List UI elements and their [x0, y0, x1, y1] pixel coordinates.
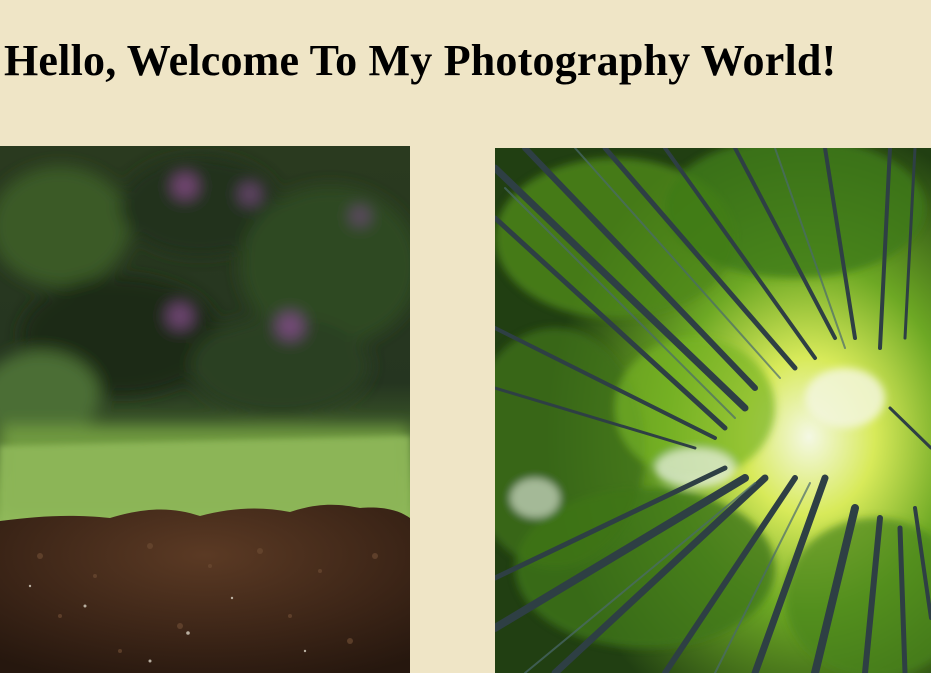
bamboo-photo-image [495, 148, 931, 673]
bamboo-photo [495, 148, 931, 673]
soil-photo [0, 146, 410, 673]
soil-photo-image [0, 146, 410, 673]
page-title: Hello, Welcome To My Photography World! [4, 36, 837, 85]
